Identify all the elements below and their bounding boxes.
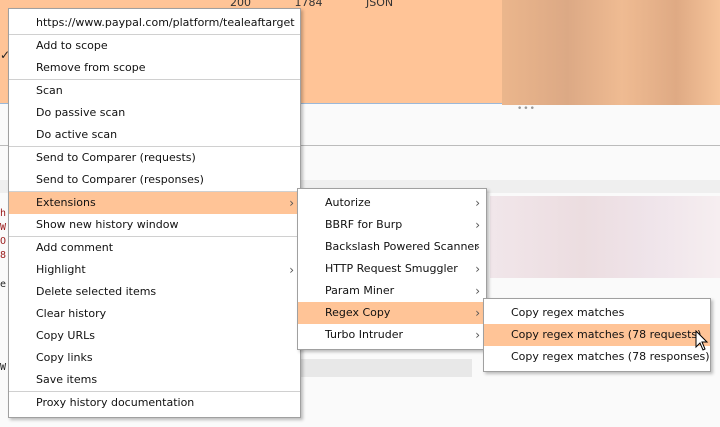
- menu-item-autorize[interactable]: Autorize ›: [298, 192, 486, 214]
- menu-item-label: Extensions: [36, 196, 96, 209]
- extensions-submenu: Autorize › BBRF for Burp › Backslash Powered…: [297, 188, 487, 350]
- menu-item-turbo-intruder[interactable]: Turbo Intruder ›: [298, 324, 486, 346]
- menu-item-regex-copy[interactable]: Regex Copy ›: [298, 302, 486, 324]
- menu-item-label: Scan: [36, 84, 63, 97]
- chevron-right-icon: ›: [475, 196, 480, 210]
- menu-item-label: Remove from scope: [36, 61, 146, 74]
- text-fragment: O: [0, 236, 7, 247]
- splitter-handle[interactable]: •••: [517, 104, 536, 114]
- menu-item-send-to-comparer-responses[interactable]: Send to Comparer (responses): [9, 169, 300, 191]
- menu-item-extensions[interactable]: Extensions ›: [9, 192, 300, 214]
- chevron-right-icon: ›: [289, 196, 294, 210]
- chevron-right-icon: ›: [475, 306, 480, 320]
- menu-item-label: Turbo Intruder: [325, 328, 404, 341]
- menu-item-bbrf-for-burp[interactable]: BBRF for Burp ›: [298, 214, 486, 236]
- menu-item-copy-regex-matches-78-responses[interactable]: Copy regex matches (78 responses): [484, 346, 710, 368]
- search-bar[interactable]: [300, 359, 472, 377]
- menu-item-label: Copy regex matches (78 requests): [511, 328, 702, 341]
- menu-item-scan[interactable]: Scan: [9, 80, 300, 102]
- menu-item-label: Highlight: [36, 263, 86, 276]
- menu-item-send-to-comparer-requests[interactable]: Send to Comparer (requests): [9, 147, 300, 169]
- menu-item-add-to-scope[interactable]: Add to scope: [9, 35, 300, 57]
- menu-item-label: Proxy history documentation: [36, 396, 195, 409]
- menu-item-http-request-smuggler[interactable]: HTTP Request Smuggler ›: [298, 258, 486, 280]
- menu-item-label: Param Miner: [325, 284, 395, 297]
- menu-item-label: Backslash Powered Scanner: [325, 240, 479, 253]
- chevron-right-icon: ›: [475, 284, 480, 298]
- menu-item-copy-links[interactable]: Copy links: [9, 347, 300, 369]
- chevron-right-icon: ›: [475, 240, 480, 254]
- menu-item-label: BBRF for Burp: [325, 218, 403, 231]
- menu-item-proxy-history-documentation[interactable]: Proxy history documentation: [9, 392, 300, 414]
- text-fragment: 8: [0, 250, 7, 261]
- menu-item-label: Add to scope: [36, 39, 108, 52]
- menu-item-label: Copy regex matches (78 responses): [511, 350, 710, 363]
- menu-item-label: Autorize: [325, 196, 371, 209]
- menu-item-label: Do passive scan: [36, 106, 126, 119]
- menu-item-label: Copy regex matches: [511, 306, 625, 319]
- menu-item-label: Delete selected items: [36, 285, 157, 298]
- menu-item-backslash-powered-scanner[interactable]: Backslash Powered Scanner ›: [298, 236, 486, 258]
- menu-item-do-active-scan[interactable]: Do active scan: [9, 124, 300, 146]
- menu-item-add-comment[interactable]: Add comment: [9, 237, 300, 259]
- menu-item-label: Regex Copy: [325, 306, 391, 319]
- menu-item-copy-regex-matches[interactable]: Copy regex matches: [484, 302, 710, 324]
- menu-item-clear-history[interactable]: Clear history: [9, 303, 300, 325]
- menu-item-label: Show new history window: [36, 218, 179, 231]
- menu-item-show-new-history-window[interactable]: Show new history window: [9, 214, 300, 236]
- chevron-right-icon: ›: [475, 262, 480, 276]
- chevron-right-icon: ›: [475, 218, 480, 232]
- menu-item-label: Do active scan: [36, 128, 118, 141]
- menu-item-copy-regex-matches-78-requests[interactable]: Copy regex matches (78 requests): [484, 324, 710, 346]
- menu-item-delete-selected-items[interactable]: Delete selected items: [9, 281, 300, 303]
- menu-item-do-passive-scan[interactable]: Do passive scan: [9, 102, 300, 124]
- text-fragment: e: [0, 279, 7, 290]
- menu-item-label: Save items: [36, 373, 98, 386]
- menu-item-label: HTTP Request Smuggler: [325, 262, 458, 275]
- menu-item-label: https://www.paypal.com/platform/tealeaft…: [36, 16, 295, 29]
- chevron-right-icon: ›: [289, 263, 294, 277]
- menu-item-label: Copy URLs: [36, 329, 95, 342]
- menu-item-label: Copy links: [36, 351, 93, 364]
- menu-item-remove-from-scope[interactable]: Remove from scope: [9, 57, 300, 79]
- menu-item-label: Send to Comparer (requests): [36, 151, 196, 164]
- menu-item-save-items[interactable]: Save items: [9, 369, 300, 391]
- blurred-content: [490, 196, 720, 278]
- mouse-cursor-icon: [695, 330, 709, 351]
- menu-item-label: Add comment: [36, 241, 114, 254]
- menu-item-copy-urls[interactable]: Copy URLs: [9, 325, 300, 347]
- menu-item-label: Send to Comparer (responses): [36, 173, 204, 186]
- regex-copy-submenu: Copy regex matches Copy regex matches (78…: [483, 298, 711, 372]
- chevron-right-icon: ›: [475, 328, 480, 342]
- blurred-region: [502, 0, 720, 105]
- menu-item-https-www-paypal-com-platform-tealeaftarget[interactable]: https://www.paypal.com/platform/tealeaft…: [9, 12, 300, 34]
- menu-item-label: Clear history: [36, 307, 107, 320]
- context-menu: https://www.paypal.com/platform/tealeaft…: [8, 8, 301, 418]
- menu-item-highlight[interactable]: Highlight ›: [9, 259, 300, 281]
- text-fragment: W: [0, 362, 7, 373]
- text-fragment: W: [0, 222, 7, 233]
- text-fragment: h: [0, 208, 7, 219]
- menu-item-param-miner[interactable]: Param Miner ›: [298, 280, 486, 302]
